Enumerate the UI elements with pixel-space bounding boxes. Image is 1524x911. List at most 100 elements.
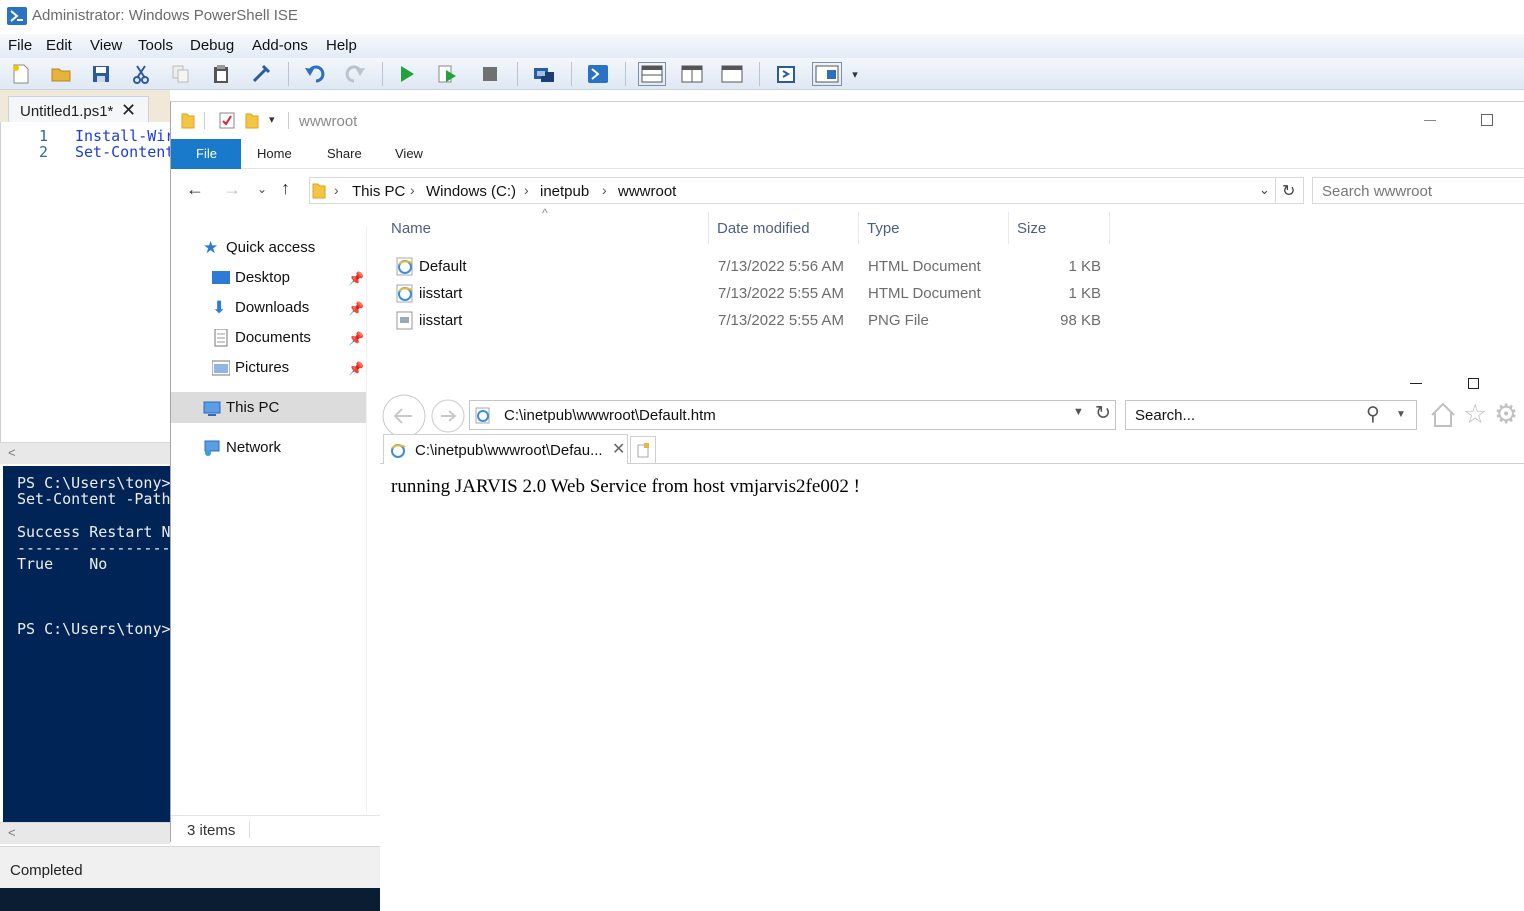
recent-locations-icon[interactable]: ⌄ — [257, 182, 267, 196]
settings-gear-icon[interactable]: ⚙ — [1494, 399, 1518, 430]
menu-debug[interactable]: Debug — [190, 37, 234, 54]
toolbar-separator — [759, 62, 760, 86]
favorites-star-icon[interactable]: ☆ — [1463, 399, 1487, 430]
scroll-left-icon[interactable]: < — [8, 445, 16, 460]
minimize-icon[interactable] — [1410, 383, 1422, 384]
maximize-icon[interactable] — [1481, 114, 1493, 126]
redo-icon[interactable] — [343, 62, 367, 86]
breadcrumb-wwwroot[interactable]: wwwroot — [618, 183, 676, 200]
maximize-icon[interactable] — [1468, 378, 1479, 389]
column-divider[interactable] — [708, 212, 709, 244]
nav-quick-access[interactable]: ★ Quick access — [203, 234, 363, 262]
nav-documents[interactable]: Documents 📌 — [212, 324, 364, 353]
explorer-search-input[interactable]: Search wwwroot — [1312, 177, 1524, 204]
ribbon-tab-share[interactable]: Share — [327, 139, 362, 169]
column-divider[interactable] — [1109, 212, 1110, 244]
file-row[interactable]: Default 7/13/2022 5:56 AM HTML Document … — [386, 254, 1106, 281]
breadcrumb-inetpub[interactable]: inetpub — [540, 183, 589, 200]
home-icon[interactable] — [1430, 402, 1456, 428]
back-button-icon[interactable] — [382, 394, 426, 438]
nav-this-pc[interactable]: This PC — [203, 394, 363, 422]
nav-pictures[interactable]: Pictures 📌 — [212, 354, 364, 383]
pin-icon[interactable]: 📌 — [348, 355, 364, 383]
column-date-modified[interactable]: Date modified — [717, 220, 810, 237]
column-name[interactable]: Name — [391, 220, 431, 237]
search-dropdown-icon[interactable]: ▼ — [1396, 409, 1406, 420]
breadcrumb-chevron-icon[interactable]: › — [334, 182, 339, 198]
ise-script-tab[interactable]: Untitled1.ps1* ✕ — [8, 96, 149, 124]
breadcrumb-chevron-icon[interactable]: › — [524, 182, 529, 198]
minimize-icon[interactable] — [1424, 120, 1436, 121]
undo-icon[interactable] — [303, 62, 327, 86]
run-selection-icon[interactable] — [436, 62, 460, 86]
nav-desktop[interactable]: Desktop 📌 — [212, 264, 364, 293]
column-divider[interactable] — [858, 212, 859, 244]
menu-file[interactable]: File — [8, 37, 32, 54]
up-arrow-icon[interactable]: ↑ — [281, 178, 290, 199]
command-addon-icon[interactable] — [812, 62, 842, 86]
breadcrumb-windows-c[interactable]: Windows (C:) — [426, 183, 516, 200]
menu-tools[interactable]: Tools — [138, 37, 173, 54]
pin-icon[interactable]: 📌 — [348, 325, 364, 353]
ie-address-bar[interactable]: C:\inetpub\wwwroot\Default.htm ▼ ↻ — [469, 400, 1116, 430]
column-size[interactable]: Size — [1017, 220, 1046, 237]
breadcrumb-this-pc[interactable]: This PC — [352, 183, 405, 200]
toolbar-overflow-icon[interactable]: ▾ — [848, 62, 862, 86]
breadcrumb-chevron-icon[interactable]: › — [602, 182, 607, 198]
new-folder-icon[interactable] — [245, 112, 259, 129]
pin-icon[interactable]: 📌 — [348, 265, 364, 293]
paste-icon[interactable] — [209, 62, 233, 86]
pin-icon[interactable]: 📌 — [348, 295, 364, 323]
ie-search-input[interactable]: Search... ⚲ ▼ — [1125, 400, 1417, 430]
stop-icon[interactable] — [478, 62, 502, 86]
file-type: HTML Document — [868, 285, 981, 302]
ribbon-tab-home[interactable]: Home — [257, 139, 292, 169]
forward-arrow-icon[interactable]: → — [223, 179, 241, 200]
save-icon[interactable] — [89, 62, 113, 86]
file-row[interactable]: iisstart 7/13/2022 5:55 AM HTML Document… — [386, 281, 1106, 308]
address-bar[interactable]: › This PC › Windows (C:) › inetpub › www… — [309, 177, 1276, 204]
nav-downloads[interactable]: ⬇ Downloads 📌 — [212, 294, 364, 323]
address-dropdown-icon[interactable]: ▼ — [1073, 406, 1084, 418]
ribbon-tab-view[interactable]: View — [395, 139, 423, 169]
close-icon[interactable]: ✕ — [612, 439, 625, 459]
file-row[interactable]: iisstart 7/13/2022 5:55 AM PNG File 98 K… — [386, 308, 1106, 335]
menu-addons[interactable]: Add-ons — [252, 37, 308, 54]
editor-scrollbar[interactable]: < — [0, 442, 170, 464]
run-script-icon[interactable] — [395, 62, 419, 86]
layout-top-icon[interactable] — [638, 62, 666, 86]
column-divider[interactable] — [1008, 212, 1009, 244]
ise-script-editor[interactable]: 1 Install-Wir 2 Set-Content — [0, 122, 174, 442]
refresh-button[interactable]: ↻ — [1276, 177, 1304, 204]
ie-active-tab[interactable]: C:\inetpub\wwwroot\Defau... ✕ — [383, 434, 628, 464]
console-scrollbar[interactable]: < — [0, 822, 170, 844]
nav-network[interactable]: Network — [203, 434, 363, 462]
remote-powershell-icon[interactable] — [532, 62, 556, 86]
copy-icon[interactable] — [169, 62, 193, 86]
properties-icon[interactable] — [219, 112, 235, 129]
ise-console-pane[interactable]: PS C:\Users\tony> Set-Content -Path Succ… — [3, 466, 170, 822]
forward-button-icon[interactable] — [431, 399, 465, 433]
open-folder-icon[interactable] — [49, 62, 73, 86]
ribbon-tab-file[interactable]: File — [171, 139, 241, 169]
address-dropdown-icon[interactable]: ⌄ — [1259, 182, 1270, 198]
qat-dropdown-icon[interactable]: ▾ — [269, 113, 275, 126]
layout-right-icon[interactable] — [680, 62, 704, 86]
new-tab-button[interactable] — [630, 436, 656, 464]
start-powershell-icon[interactable] — [586, 62, 610, 86]
menu-help[interactable]: Help — [326, 37, 357, 54]
column-type[interactable]: Type — [867, 220, 900, 237]
show-command-icon[interactable] — [774, 62, 798, 86]
menu-view[interactable]: View — [90, 37, 122, 54]
breadcrumb-chevron-icon[interactable]: › — [410, 182, 415, 198]
clear-console-icon[interactable] — [249, 62, 273, 86]
search-icon[interactable]: ⚲ — [1366, 403, 1380, 426]
refresh-icon[interactable]: ↻ — [1095, 402, 1111, 425]
back-arrow-icon[interactable]: ← — [186, 179, 204, 200]
cut-icon[interactable] — [129, 62, 153, 86]
new-file-icon[interactable] — [9, 62, 33, 86]
layout-max-icon[interactable] — [720, 62, 744, 86]
menu-edit[interactable]: Edit — [46, 37, 72, 54]
close-icon[interactable]: ✕ — [121, 100, 136, 121]
scroll-left-icon[interactable]: < — [8, 825, 16, 840]
